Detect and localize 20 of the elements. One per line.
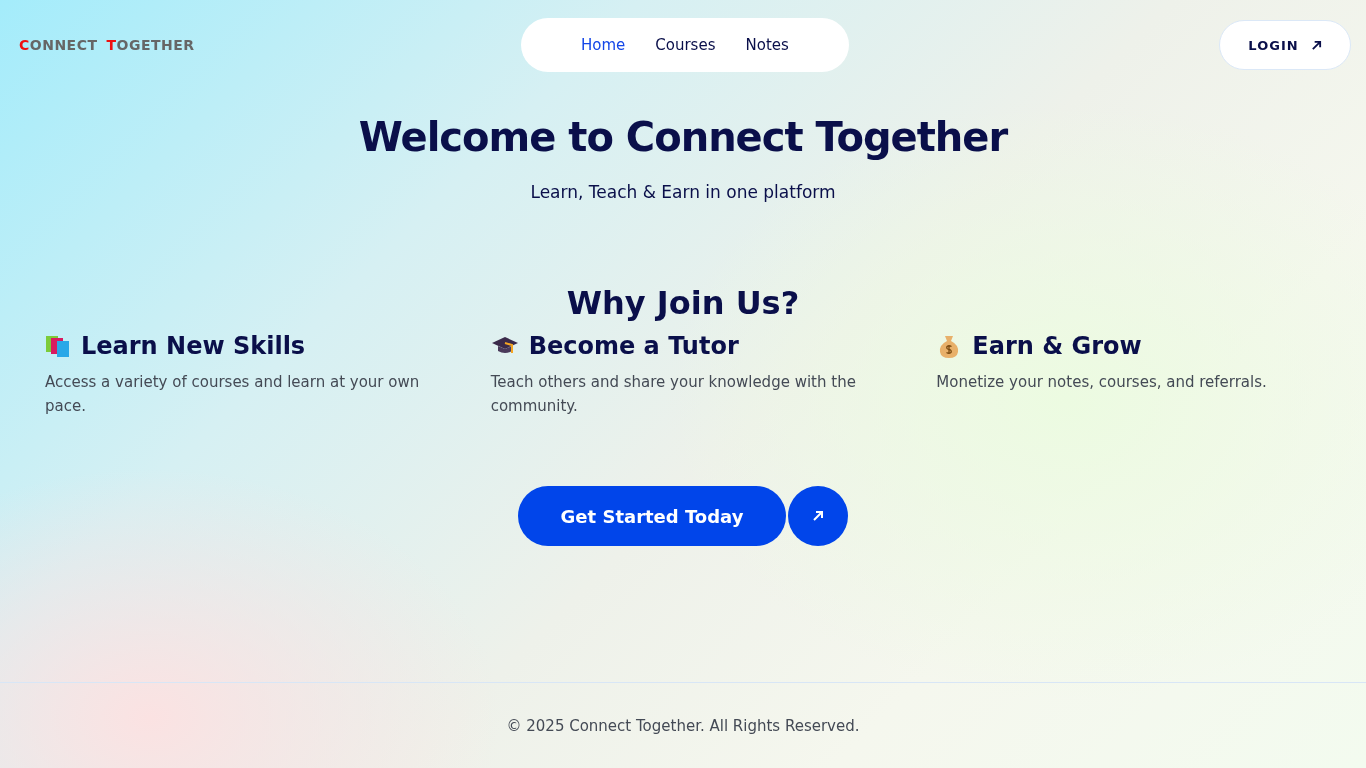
feature-title: Become a Tutor	[528, 332, 739, 360]
nav-link[interactable]: Notes	[745, 36, 789, 54]
arrow-button[interactable]	[788, 486, 848, 546]
logo[interactable]: CONNECT TOGETHER	[19, 37, 319, 53]
nav-link[interactable]: Home	[581, 36, 626, 54]
login-button[interactable]: LOGIN	[1219, 20, 1351, 70]
hero-subtitle: Learn, Teach & Earn in one platform	[530, 182, 836, 202]
books-icon	[45, 334, 71, 358]
hero-title: Welcome to Connect Together	[358, 114, 1008, 160]
nav-link[interactable]: Courses	[655, 36, 716, 54]
feature-title: Learn New Skills	[81, 332, 306, 360]
feature-description: Access a variety of courses and learn at your own pace.	[45, 372, 421, 417]
feature-title: Earn & Grow	[972, 332, 1142, 360]
section-title: Why Join Us?	[566, 284, 800, 322]
arrow-up-right-icon	[812, 510, 824, 522]
feature-description: Teach others and share your knowledge with the community.	[490, 372, 857, 417]
feature-description: Monetize your notes, courses, and referrals.	[936, 372, 1268, 393]
footer-copyright: © 2025 Connect Together. All Rights Reserved.	[506, 716, 860, 735]
arrow-up-right-icon	[1310, 39, 1322, 51]
get-started-button[interactable]: Get Started Today	[518, 486, 786, 546]
